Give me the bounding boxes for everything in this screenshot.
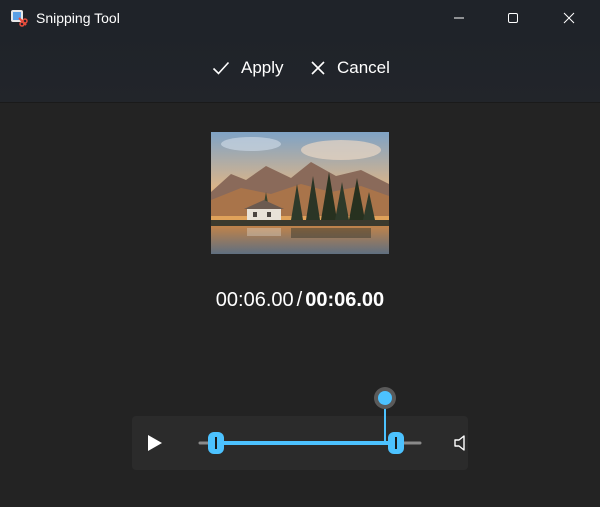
trim-start-handle[interactable]: [208, 432, 224, 454]
trim-end-handle[interactable]: [388, 432, 404, 454]
playhead-handle[interactable]: [374, 387, 396, 409]
trim-timeline: [198, 387, 422, 454]
snipping-tool-window: Snipping Tool Apply Cancel 00:06.00 / 00…: [0, 0, 600, 507]
